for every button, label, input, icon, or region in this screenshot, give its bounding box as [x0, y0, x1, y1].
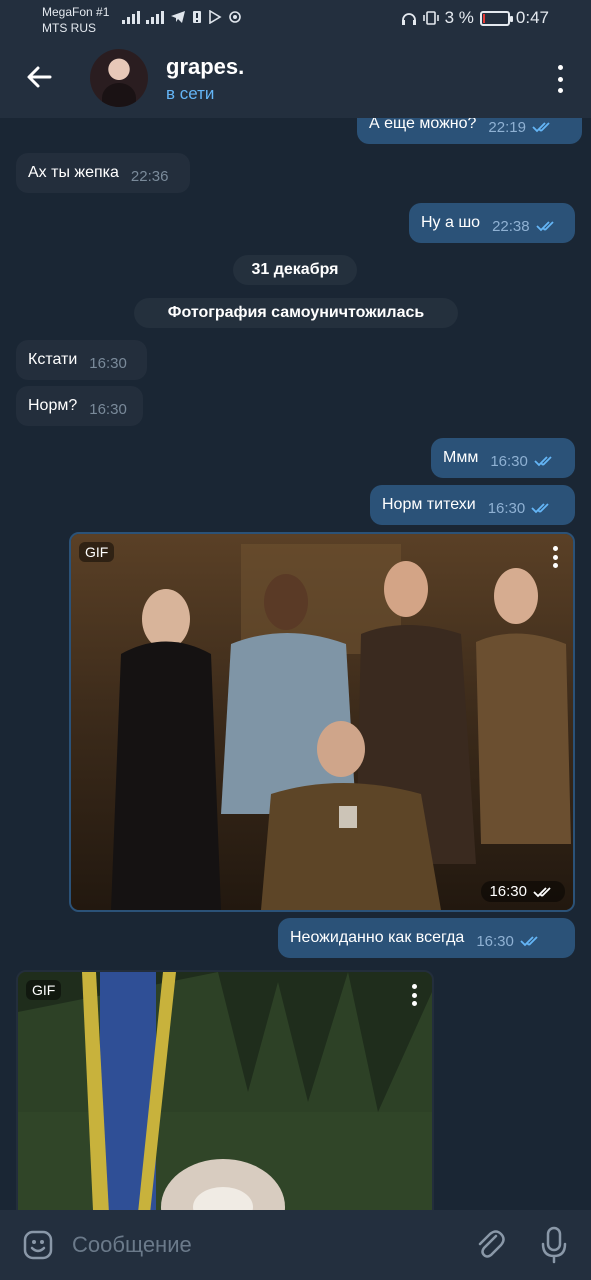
double-check-icon [535, 221, 554, 232]
play-icon [209, 10, 222, 24]
gif-preview [71, 534, 573, 910]
clock: 0:47 [515, 8, 549, 27]
status-icons [122, 10, 242, 24]
message-time: 16:30 [89, 400, 127, 418]
message-text: Кстати [28, 351, 78, 368]
message-time: 16:30 [490, 452, 528, 470]
message-time: 22:36 [130, 167, 169, 185]
message-time: 22:19 [488, 118, 526, 136]
signal-icon [122, 10, 140, 24]
more-menu-icon[interactable] [555, 65, 565, 93]
message-text: А еще можно? [369, 118, 477, 132]
message-text: Ну а шо [421, 214, 481, 231]
double-check-icon [531, 503, 549, 514]
double-check-icon [533, 886, 551, 897]
message-bubble[interactable]: Ну а шо 22:38 [409, 203, 575, 243]
double-check-icon [534, 456, 552, 467]
battery-percent: 3 % [444, 8, 474, 27]
date-separator: 31 декабря [233, 255, 357, 285]
message-text: Ах ты жепка [28, 164, 119, 181]
chat-header: grapes. в сети [0, 40, 591, 118]
message-text: Норм титехи [382, 496, 476, 513]
message-time: 16:30 [489, 883, 527, 900]
gif-menu-icon[interactable] [553, 546, 559, 568]
message-bubble[interactable]: Кстати 16:30 [16, 340, 147, 380]
battery-icon [479, 10, 513, 26]
status-right: 3 % 0:47 [401, 8, 549, 28]
gif-badge: GIF [26, 980, 62, 1000]
message-input[interactable] [72, 1228, 452, 1262]
double-check-icon [532, 122, 550, 133]
vpn-icon [229, 11, 241, 23]
alert-icon [193, 11, 201, 23]
message-time: 22:38 [492, 217, 530, 235]
gif-menu-icon[interactable] [412, 984, 418, 1006]
microphone-icon[interactable] [540, 1226, 568, 1264]
message-bubble[interactable]: Норм титехи 16:30 [370, 485, 575, 525]
message-time: 16:30 [487, 499, 526, 517]
carrier-name-1: MegaFon #1 [42, 5, 110, 19]
status-bar: MegaFon #1 MTS RUS 3 % 0:47 [0, 0, 591, 40]
vibrate-icon [422, 11, 439, 25]
gif-message[interactable]: GIF 16:30 [69, 532, 575, 912]
message-bubble[interactable]: Ммм 16:30 [431, 438, 575, 478]
chat-status: в сети [166, 84, 215, 103]
carrier-info: MegaFon #1 MTS RUS [42, 4, 109, 36]
service-message: Фотография самоуничтожилась [134, 298, 458, 328]
telegram-notification-icon [171, 11, 185, 23]
chat-title[interactable]: grapes. [166, 54, 244, 80]
gif-message[interactable]: GIF [16, 970, 434, 1210]
chat-area[interactable]: А еще можно? 22:19 Ах ты жепка 22:36 Ну … [0, 118, 591, 1210]
message-bubble[interactable]: Неожиданно как всегда 16:30 [278, 918, 575, 958]
double-check-icon [520, 936, 538, 947]
message-bubble[interactable]: Норм? 16:30 [16, 386, 143, 426]
gif-badge: GIF [79, 542, 115, 562]
message-time: 16:30 [476, 932, 514, 950]
gif-preview [18, 972, 432, 1210]
message-text: Норм? [28, 397, 78, 414]
paperclip-icon[interactable] [474, 1228, 506, 1262]
gif-timestamp: 16:30 [481, 881, 565, 902]
message-bubble[interactable]: А еще можно? 22:19 [357, 118, 582, 144]
message-bubble[interactable]: Ах ты жепка 22:36 [16, 153, 190, 193]
back-arrow-icon[interactable] [24, 62, 54, 92]
avatar[interactable] [90, 49, 148, 107]
carrier-name-2: MTS RUS [42, 21, 96, 35]
message-text: Неожиданно как всегда [290, 929, 465, 946]
message-text: Ммм [443, 449, 479, 466]
message-composer [0, 1210, 591, 1280]
headphones-icon [401, 13, 416, 25]
emoji-icon[interactable] [22, 1229, 54, 1261]
signal-4g-icon [146, 10, 164, 24]
message-time: 16:30 [89, 354, 127, 372]
